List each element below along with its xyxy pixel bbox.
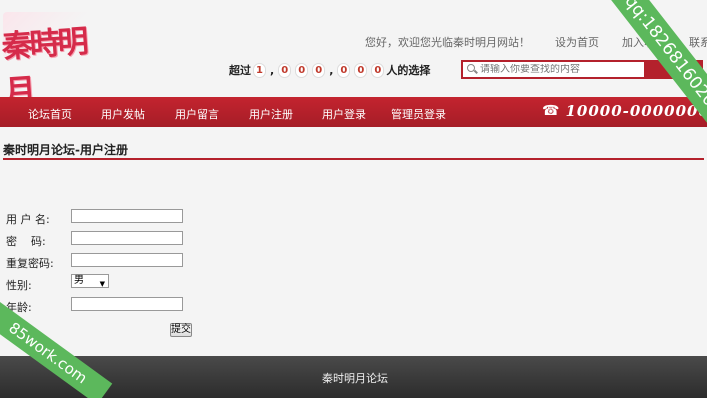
confirm-password-input[interactable] xyxy=(71,253,183,267)
username-input[interactable] xyxy=(71,209,183,223)
counter-digit: 0 xyxy=(278,62,292,78)
search-icon xyxy=(466,63,480,77)
gender-select[interactable]: 男 ▼ xyxy=(71,274,109,288)
dropdown-arrow-icon: ▼ xyxy=(99,280,105,288)
username-row: 用 户 名: xyxy=(6,209,183,227)
confirm-password-row: 重复密码: xyxy=(6,253,183,271)
counter-digit: 0 xyxy=(371,62,385,78)
counter-digit: 0 xyxy=(312,62,326,78)
search-box xyxy=(461,60,646,79)
nav-item-post[interactable]: 用户发帖 xyxy=(101,106,145,122)
welcome-text: 您好，欢迎您光临秦时明月网站！ xyxy=(365,36,530,49)
counter-suffix: 人的选择 xyxy=(386,64,431,77)
counter-digit: 0 xyxy=(337,62,351,78)
gender-label: 性别: xyxy=(6,279,32,292)
set-home-link[interactable]: 设为首页 xyxy=(555,34,599,50)
visitor-counter: 超过 1 , 0 0 0 , 0 0 0 人的选择 xyxy=(229,62,430,78)
nav-item-register[interactable]: 用户注册 xyxy=(249,106,293,122)
nav-item-message[interactable]: 用户留言 xyxy=(175,106,219,122)
main-content: 秦时明月论坛-用户注册 用 户 名: 密 码: 重复密码: 性别: 男 ▼ 年龄… xyxy=(0,127,707,356)
username-label: 用 户 名: xyxy=(6,213,50,226)
search-input[interactable] xyxy=(480,64,640,75)
counter-comma: , xyxy=(270,63,275,77)
title-divider xyxy=(3,158,704,160)
contact-link[interactable]: 联系我们 xyxy=(689,34,707,50)
password-input[interactable] xyxy=(71,231,183,245)
password-label: 密 码: xyxy=(6,235,46,248)
counter-digit: 1 xyxy=(253,62,266,78)
password-row: 密 码: xyxy=(6,231,183,249)
age-input[interactable] xyxy=(71,297,183,311)
phone-number: 10000-0000000 xyxy=(565,102,707,120)
gender-row: 性别: 男 ▼ xyxy=(6,274,109,293)
counter-digit: 0 xyxy=(354,62,368,78)
footer-text: 秦时明月论坛 xyxy=(322,372,388,385)
gender-selected-value: 男 xyxy=(74,275,84,286)
hotline: ☎ 10000-0000000 xyxy=(542,102,707,120)
counter-comma: , xyxy=(329,63,334,77)
site-logo[interactable]: 秦時明月 xyxy=(1,12,103,110)
counter-prefix: 超过 xyxy=(229,64,251,77)
submit-button[interactable]: 提交 xyxy=(170,323,192,337)
nav-item-login[interactable]: 用户登录 xyxy=(322,106,366,122)
confirm-password-label: 重复密码: xyxy=(6,257,54,270)
counter-digit: 0 xyxy=(295,62,309,78)
nav-item-forum-home[interactable]: 论坛首页 xyxy=(28,106,72,122)
page-title: 秦时明月论坛-用户注册 xyxy=(3,143,128,157)
main-nav: 论坛首页 用户发帖 用户留言 用户注册 用户登录 管理员登录 ☎ 10000-0… xyxy=(0,97,707,127)
phone-icon: ☎ xyxy=(542,103,560,119)
header: 秦時明月 您好，欢迎您光临秦时明月网站！ 设为首页 加入收藏 联系我们 超过 1… xyxy=(0,0,707,110)
nav-item-admin-login[interactable]: 管理员登录 xyxy=(391,106,446,122)
